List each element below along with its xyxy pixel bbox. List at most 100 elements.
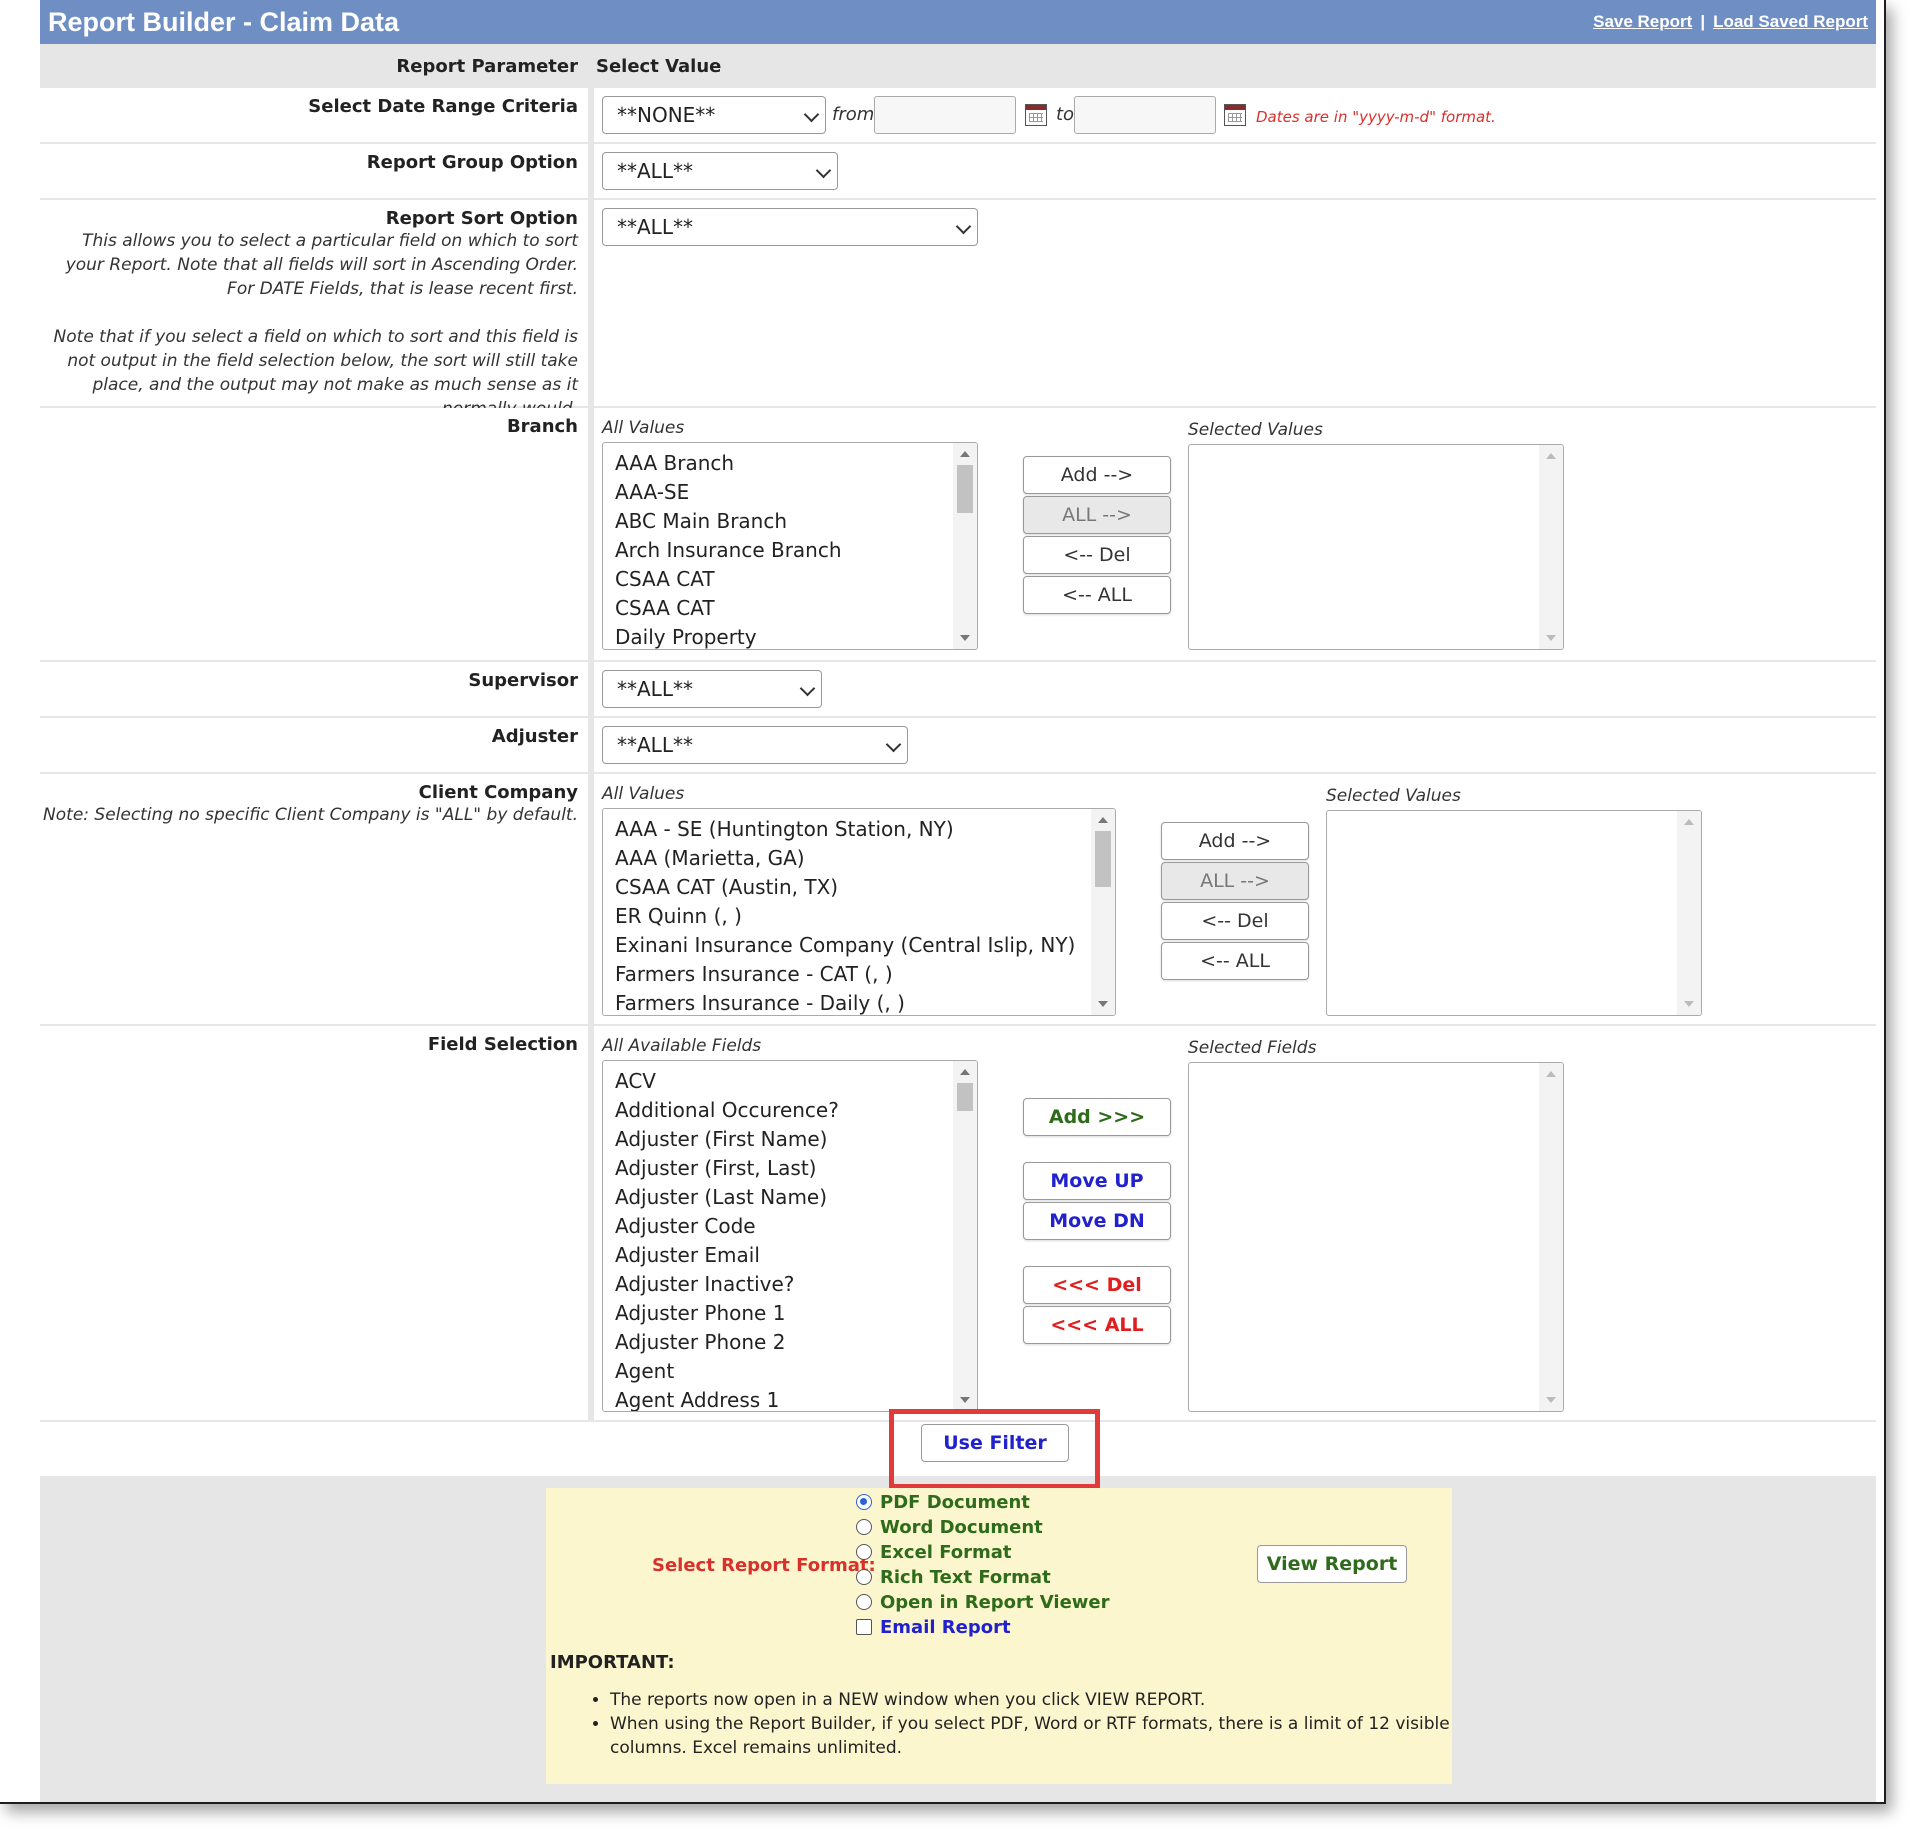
scrollbar[interactable]: [1539, 1063, 1563, 1411]
scroll-down-icon[interactable]: [1098, 1001, 1108, 1007]
scroll-down-icon[interactable]: [960, 635, 970, 641]
format-option-report-viewer[interactable]: Open in Report Viewer: [856, 1590, 1110, 1614]
checkbox-icon[interactable]: [856, 1619, 872, 1635]
field-selection-all-list[interactable]: ACV Additional Occurence? Adjuster (Firs…: [602, 1060, 978, 1412]
adjuster-select[interactable]: **ALL**: [602, 726, 908, 764]
branch-del-button[interactable]: <-- Del: [1023, 536, 1171, 574]
scroll-up-icon[interactable]: [960, 451, 970, 457]
scroll-up-icon[interactable]: [1098, 817, 1108, 823]
format-option-pdf[interactable]: PDF Document: [856, 1490, 1030, 1514]
branch-all-values-list[interactable]: AAA Branch AAA-SE ABC Main Branch Arch I…: [602, 442, 978, 650]
branch-selected-values-list[interactable]: [1188, 444, 1564, 650]
radio-icon[interactable]: [856, 1594, 872, 1610]
title-bar: Report Builder - Claim Data Save Report |…: [40, 0, 1876, 44]
scroll-down-icon[interactable]: [1684, 1001, 1694, 1007]
view-report-button[interactable]: View Report: [1257, 1545, 1407, 1583]
scrollbar-thumb[interactable]: [957, 465, 973, 513]
client-company-del-button[interactable]: <-- Del: [1161, 902, 1309, 940]
list-item[interactable]: Adjuster Phone 1: [615, 1299, 947, 1328]
list-item[interactable]: CSAA CAT: [615, 565, 947, 594]
client-company-del-all-button[interactable]: <-- ALL: [1161, 942, 1309, 980]
radio-icon[interactable]: [856, 1569, 872, 1585]
list-item[interactable]: Agent: [615, 1357, 947, 1386]
scroll-up-icon[interactable]: [960, 1069, 970, 1075]
scroll-up-icon[interactable]: [1684, 819, 1694, 825]
list-item[interactable]: Farmers Insurance - Daily (, ): [615, 989, 1085, 1015]
scroll-up-icon[interactable]: [1546, 1071, 1556, 1077]
list-item[interactable]: ACV: [615, 1067, 947, 1096]
scrollbar[interactable]: [1091, 809, 1115, 1015]
date-to-input[interactable]: [1074, 96, 1216, 134]
list-item[interactable]: CSAA CAT: [615, 594, 947, 623]
branch-label-cell: Branch: [40, 408, 588, 660]
list-item[interactable]: Adjuster Email: [615, 1241, 947, 1270]
header-report-parameter: Report Parameter: [396, 56, 578, 77]
field-del-button[interactable]: <<< Del: [1023, 1266, 1171, 1304]
date-format-note: Dates are in "yyyy-m-d" format.: [1256, 108, 1496, 126]
scrollbar[interactable]: [953, 443, 977, 649]
field-selection-selected-list[interactable]: [1188, 1062, 1564, 1412]
field-move-down-button[interactable]: Move DN: [1023, 1202, 1171, 1240]
list-item[interactable]: Adjuster (First Name): [615, 1125, 947, 1154]
branch-del-all-button[interactable]: <-- ALL: [1023, 576, 1171, 614]
client-company-selected-values-list[interactable]: [1326, 810, 1702, 1016]
list-item[interactable]: CSAA CAT (Austin, TX): [615, 873, 1085, 902]
scrollbar[interactable]: [1539, 445, 1563, 649]
sort-option-select[interactable]: **ALL**: [602, 208, 978, 246]
scrollbar-thumb[interactable]: [957, 1083, 973, 1111]
field-move-up-button[interactable]: Move UP: [1023, 1162, 1171, 1200]
field-add-button[interactable]: Add >>>: [1023, 1098, 1171, 1136]
field-del-all-button[interactable]: <<< ALL: [1023, 1306, 1171, 1344]
supervisor-select[interactable]: **ALL**: [602, 670, 822, 708]
client-company-add-all-button[interactable]: ALL -->: [1161, 862, 1309, 900]
scroll-down-icon[interactable]: [1546, 635, 1556, 641]
client-company-all-values-list[interactable]: AAA - SE (Huntington Station, NY) AAA (M…: [602, 808, 1116, 1016]
list-item[interactable]: ER Quinn (, ): [615, 902, 1085, 931]
branch-add-all-button[interactable]: ALL -->: [1023, 496, 1171, 534]
scroll-down-icon[interactable]: [960, 1397, 970, 1403]
date-from-input[interactable]: [874, 96, 1016, 134]
list-item[interactable]: Adjuster Phone 2: [615, 1328, 947, 1357]
list-item[interactable]: AAA Branch: [615, 449, 947, 478]
scrollbar[interactable]: [1677, 811, 1701, 1015]
client-company-add-button[interactable]: Add -->: [1161, 822, 1309, 860]
radio-icon[interactable]: [856, 1544, 872, 1560]
date-range-select[interactable]: **NONE**: [602, 96, 826, 134]
load-saved-report-link[interactable]: Load Saved Report: [1713, 12, 1868, 31]
format-option-excel[interactable]: Excel Format: [856, 1540, 1012, 1564]
list-item[interactable]: Arch Insurance Branch: [615, 536, 947, 565]
radio-selected-icon[interactable]: [856, 1494, 872, 1510]
branch-add-button[interactable]: Add -->: [1023, 456, 1171, 494]
list-item[interactable]: Adjuster Inactive?: [615, 1270, 947, 1299]
format-option-word[interactable]: Word Document: [856, 1515, 1043, 1539]
page-title: Report Builder - Claim Data: [48, 6, 400, 37]
list-item[interactable]: AAA - SE (Huntington Station, NY): [615, 815, 1085, 844]
list-item[interactable]: ABC Main Branch: [615, 507, 947, 536]
list-item[interactable]: AAA-SE: [615, 478, 947, 507]
save-report-link[interactable]: Save Report: [1593, 12, 1692, 31]
list-item[interactable]: Adjuster (Last Name): [615, 1183, 947, 1212]
calendar-icon[interactable]: [1025, 104, 1047, 126]
list-item[interactable]: Adjuster (First, Last): [615, 1154, 947, 1183]
list-item[interactable]: AAA (Marietta, GA): [615, 844, 1085, 873]
list-item[interactable]: Additional Occurence?: [615, 1096, 947, 1125]
email-report-option[interactable]: Email Report: [856, 1615, 1011, 1639]
adjuster-value-cell: **ALL**: [594, 718, 1876, 772]
scroll-down-icon[interactable]: [1546, 1397, 1556, 1403]
calendar-icon[interactable]: [1224, 104, 1246, 126]
sort-option-label-cell: Report Sort Option This allows you to se…: [40, 200, 588, 419]
radio-icon[interactable]: [856, 1519, 872, 1535]
group-option-select[interactable]: **ALL**: [602, 152, 838, 190]
list-item[interactable]: Daily Property: [615, 623, 947, 649]
scrollbar-thumb[interactable]: [1095, 831, 1111, 887]
field-selection-label-cell: Field Selection: [40, 1026, 588, 1420]
list-item[interactable]: Exinani Insurance Company (Central Islip…: [615, 931, 1085, 960]
list-item[interactable]: Farmers Insurance - CAT (, ): [615, 960, 1085, 989]
format-option-rtf[interactable]: Rich Text Format: [856, 1565, 1051, 1589]
scroll-up-icon[interactable]: [1546, 453, 1556, 459]
client-company-label: Client Company: [418, 782, 578, 803]
list-item[interactable]: Adjuster Code: [615, 1212, 947, 1241]
supervisor-value-cell: **ALL**: [594, 662, 1876, 716]
scrollbar[interactable]: [953, 1061, 977, 1411]
screenshot-frame: Report Builder - Claim Data Save Report |…: [0, 0, 1886, 1804]
